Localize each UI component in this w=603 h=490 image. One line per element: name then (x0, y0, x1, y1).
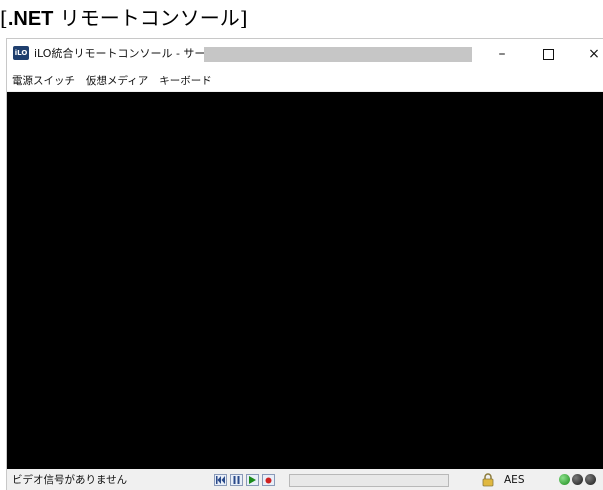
ilo-app-icon: iLO (13, 46, 29, 60)
caption-title: リモートコンソール (53, 6, 240, 30)
status-bar: ビデオ信号がありません AES (7, 469, 603, 490)
rewind-button[interactable] (214, 474, 227, 486)
maximize-button[interactable] (525, 39, 571, 69)
play-button[interactable] (246, 474, 259, 486)
status-message: ビデオ信号がありません (12, 474, 128, 486)
menu-keyboard[interactable]: キーボード (154, 73, 218, 88)
close-icon: × (588, 46, 600, 62)
minimize-button[interactable]: – (479, 39, 525, 69)
indicator-led-3 (585, 474, 596, 485)
window-title: iLO統合リモートコンソール - サーバー: (34, 47, 232, 60)
server-name-redacted (204, 47, 472, 62)
menu-bar: 電源スイッチ 仮想メディア キーボード (7, 69, 603, 91)
rewind-icon (216, 476, 225, 484)
caption-close-bracket: ] (239, 6, 248, 30)
pause-icon (233, 476, 240, 484)
record-button[interactable] (262, 474, 275, 486)
minimize-icon: – (498, 46, 506, 62)
indicator-led-1 (559, 474, 570, 485)
playback-progress-bar (289, 474, 449, 487)
remote-screen[interactable] (7, 92, 603, 469)
indicator-led-2 (572, 474, 583, 485)
maximize-icon (542, 48, 554, 60)
lock-icon (482, 473, 494, 487)
figure-caption: [.NET リモートコンソール] (0, 0, 248, 36)
remote-console-window: iLO iLO統合リモートコンソール - サーバー: – × 電源スイッチ 仮想… (6, 38, 603, 490)
caption-net: .NET (7, 8, 54, 30)
menu-power-switch[interactable]: 電源スイッチ (7, 73, 81, 88)
play-icon (249, 476, 256, 484)
menu-virtual-media[interactable]: 仮想メディア (81, 73, 154, 88)
encryption-label: AES (504, 474, 525, 486)
pause-button[interactable] (230, 474, 243, 486)
title-bar[interactable]: iLO iLO統合リモートコンソール - サーバー: – × (7, 39, 603, 69)
close-button[interactable]: × (571, 39, 603, 69)
record-icon (265, 477, 272, 483)
caption-open-bracket: [ (0, 6, 8, 30)
